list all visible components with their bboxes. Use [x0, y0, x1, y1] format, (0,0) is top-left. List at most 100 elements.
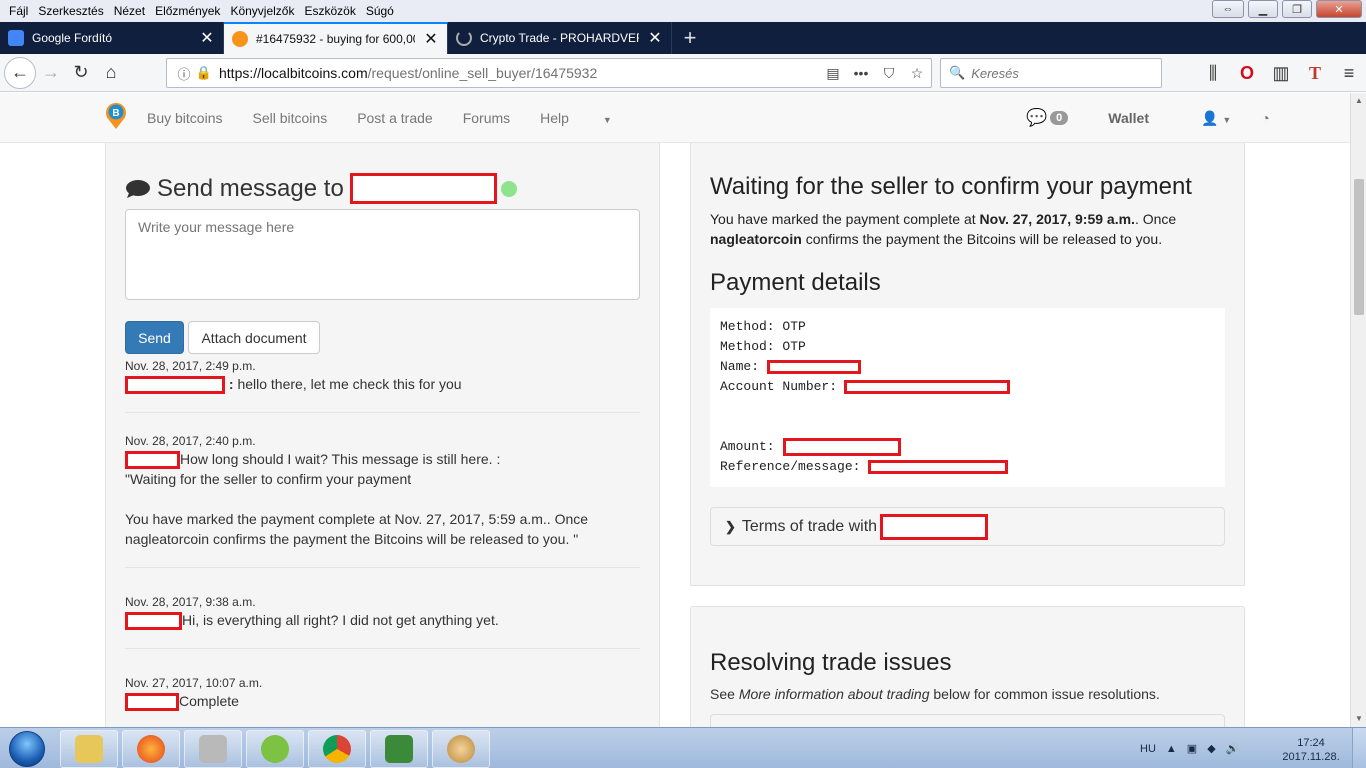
loading-icon	[456, 30, 472, 46]
tab-google-translate[interactable]: Google Fordító ✕	[0, 22, 224, 54]
hamburger-menu-icon[interactable]: ≡	[1332, 58, 1366, 88]
reader-view-icon[interactable]: ▤	[819, 65, 847, 82]
caret-down-icon: ▼	[602, 115, 612, 125]
tab-localbitcoins[interactable]: #16475932 - buying for 600,000 ✕	[224, 22, 448, 54]
taskbar-chrome[interactable]	[308, 730, 366, 768]
new-tab-button[interactable]: +	[672, 22, 708, 54]
minimize-button[interactable]: ▁	[1248, 0, 1278, 18]
more-info-link[interactable]: More information about trading	[739, 686, 930, 702]
pocket-icon[interactable]: ⛉	[875, 65, 903, 82]
bookmark-star-icon[interactable]: ☆	[903, 65, 931, 82]
message-separator	[125, 412, 640, 414]
language-indicator[interactable]: HU	[1140, 743, 1156, 755]
menu-file[interactable]: Fájl	[4, 4, 33, 18]
taskbar-app[interactable]	[184, 730, 242, 768]
search-bar[interactable]: 🔍	[940, 58, 1162, 88]
resolving-text: See More information about trading below…	[710, 686, 1160, 702]
user-menu-icon[interactable]: 👤 ▼	[1201, 110, 1231, 127]
localbitcoins-icon	[232, 31, 248, 47]
url-bar[interactable]: ⓘ 🔒 https://localbitcoins.com/request/on…	[166, 58, 932, 88]
svg-text:B: B	[112, 108, 119, 119]
maximize-button[interactable]: ❐	[1282, 0, 1312, 18]
info-icon[interactable]: ⓘ	[173, 64, 195, 83]
menu-bookmarks[interactable]: Könyvjelzők	[225, 4, 299, 18]
toolbar-right: ⫼ O ▥ T ≡	[1196, 58, 1366, 88]
menu-view[interactable]: Nézet	[109, 4, 150, 18]
translate-t-icon[interactable]: T	[1298, 58, 1332, 88]
send-button[interactable]: Send	[125, 321, 184, 354]
terms-of-trade-accordion[interactable]: ❯ Terms of trade with	[710, 507, 1225, 546]
start-button[interactable]	[2, 730, 52, 768]
windows-taskbar: HU ▲ ▣ ◆ 🔊 17:24 2017.11.28.	[0, 727, 1366, 768]
dropbox-icon[interactable]: ◆	[1207, 742, 1215, 755]
tab-label: Google Fordító	[32, 31, 113, 45]
resolve-accordion[interactable]	[710, 714, 1225, 727]
menu-tools[interactable]: Eszközök	[299, 4, 360, 18]
redacted-value	[868, 460, 1009, 474]
message-textarea[interactable]	[125, 209, 640, 300]
redacted-value	[782, 438, 901, 456]
attach-document-button[interactable]: Attach document	[188, 321, 320, 354]
folder-icon	[75, 735, 103, 763]
paint-icon	[447, 735, 475, 763]
nav-buy-bitcoins[interactable]: Buy bitcoins	[147, 110, 222, 126]
messages-icon[interactable]: 💬	[1026, 108, 1047, 128]
trade-status-panel: Waiting for the seller to confirm your p…	[690, 143, 1245, 586]
redacted-username	[349, 173, 497, 204]
reload-button[interactable]: ↻	[66, 58, 96, 88]
redacted-username	[125, 376, 225, 395]
sidebar-icon[interactable]: ▥	[1264, 58, 1298, 88]
scrollbar-thumb[interactable]	[1354, 179, 1364, 315]
chat-message: Nov. 28, 2017, 2:49 p.m. : hello there, …	[125, 358, 640, 414]
page-actions-icon[interactable]: •••	[847, 65, 875, 81]
video-editor-icon	[385, 735, 413, 763]
forward-button[interactable]: →	[36, 58, 66, 88]
page-scrollbar[interactable]: ▲ ▼	[1350, 93, 1366, 727]
nav-forums[interactable]: Forums	[463, 110, 510, 126]
localbitcoins-logo[interactable]: B	[104, 100, 128, 130]
window-controls: ⇔ ▁ ❐ ✕	[1212, 0, 1362, 18]
online-status-dot	[500, 180, 517, 197]
taskbar-clock[interactable]: 17:24 2017.11.28.	[1280, 736, 1342, 764]
url-text[interactable]: https://localbitcoins.com/request/online…	[219, 65, 819, 81]
chat-message: Nov. 28, 2017, 2:40 p.m. How long should…	[125, 431, 640, 569]
tab-crypto-trade[interactable]: Crypto Trade - PROHARDVER! H ✕	[448, 22, 672, 54]
taskbar-app[interactable]	[246, 730, 304, 768]
opera-icon[interactable]: O	[1230, 58, 1264, 88]
taskbar-firefox[interactable]	[122, 730, 180, 768]
library-icon[interactable]: ⫼	[1196, 58, 1230, 88]
close-tab-icon[interactable]: ✕	[423, 29, 439, 49]
payment-details-title: Payment details	[710, 269, 881, 296]
nav-post-trade[interactable]: Post a trade	[357, 110, 433, 126]
scroll-down-icon[interactable]: ▼	[1351, 711, 1366, 727]
nav-help[interactable]: Help ▼	[540, 110, 642, 126]
message-text: How long should I wait? This message is …	[180, 451, 501, 467]
close-tab-icon[interactable]: ✕	[199, 28, 215, 48]
message-separator	[125, 567, 640, 569]
message-colon: :	[228, 376, 234, 392]
menu-help[interactable]: Súgó	[361, 4, 399, 18]
home-button[interactable]: ⌂	[96, 58, 126, 88]
menu-edit[interactable]: Szerkesztés	[33, 4, 108, 18]
show-desktop-button[interactable]	[1352, 728, 1366, 768]
restore-size-icon[interactable]: ⇔	[1212, 0, 1244, 18]
search-input[interactable]	[971, 65, 1152, 81]
volume-icon[interactable]: 🔊	[1226, 742, 1240, 755]
menu-history[interactable]: Előzmények	[150, 4, 225, 18]
message-count-badge: 0	[1050, 111, 1069, 125]
taskbar-app[interactable]	[370, 730, 428, 768]
site-nav-right: 💬 0 Wallet 👤 ▼ ◔	[1026, 93, 1270, 143]
scroll-up-icon[interactable]: ▲	[1351, 93, 1366, 109]
back-button[interactable]: ←	[4, 56, 36, 89]
close-tab-icon[interactable]: ✕	[647, 28, 663, 48]
chat-message: Nov. 28, 2017, 9:38 a.m. Hi, is everythi…	[125, 593, 640, 650]
nav-wallet[interactable]: Wallet	[1108, 110, 1149, 126]
close-window-button[interactable]: ✕	[1316, 0, 1362, 18]
dashboard-icon[interactable]: ◔	[1261, 110, 1269, 126]
message-text: Complete	[179, 693, 239, 709]
taskbar-explorer[interactable]	[60, 730, 118, 768]
nav-sell-bitcoins[interactable]: Sell bitcoins	[252, 110, 327, 126]
tray-expand-icon[interactable]: ▲	[1166, 743, 1177, 755]
taskbar-paint[interactable]	[432, 730, 490, 768]
network-icon[interactable]: ▣	[1187, 742, 1197, 755]
